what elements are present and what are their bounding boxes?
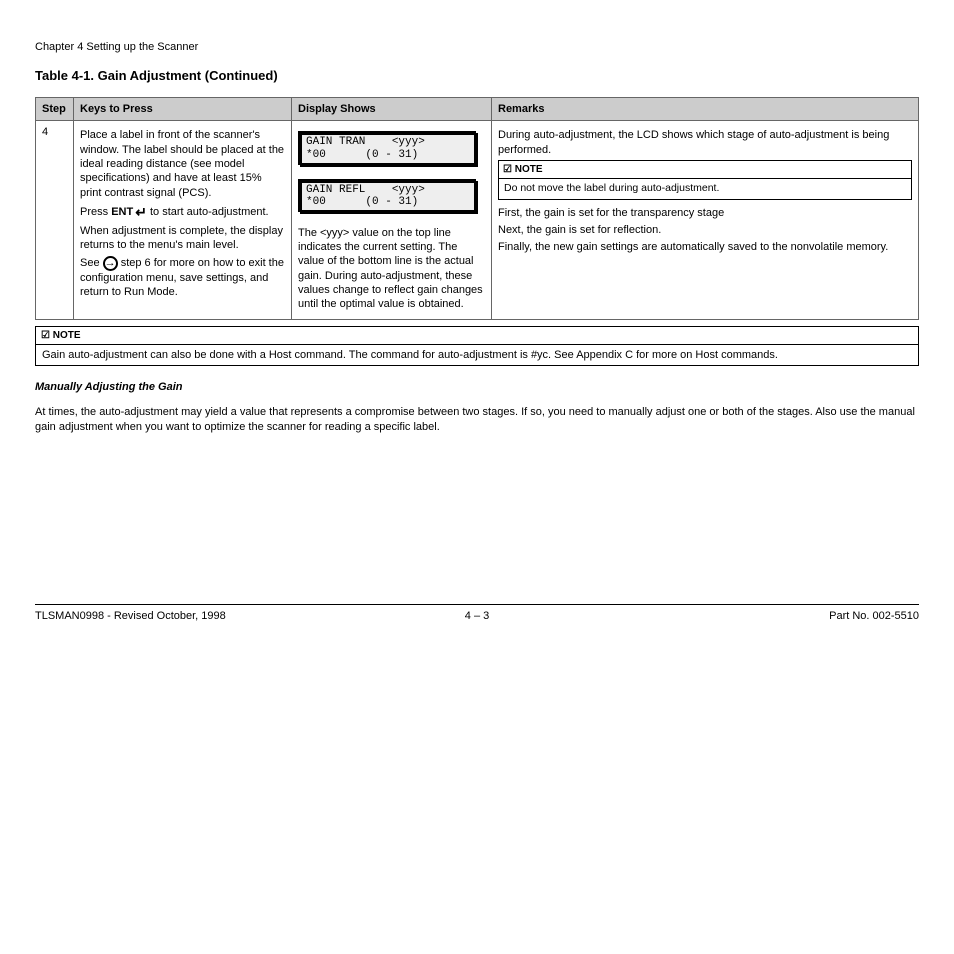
- col-key: Keys to Press: [74, 98, 292, 121]
- remarks-cell: During auto-adjustment, the LCD shows wh…: [492, 121, 919, 319]
- body-paragraph: At times, the auto-adjustment may yield …: [35, 405, 919, 434]
- footer-page: 4 – 3: [35, 609, 919, 623]
- enter-icon: ↵: [135, 203, 147, 221]
- col-step: Step: [36, 98, 74, 121]
- lcd-display-refl: GAIN REFL <yyy> *00 (0 - 31): [298, 179, 476, 212]
- page-footer: TLSMAN0998 - Revised October, 1998 4 – 3…: [35, 604, 919, 623]
- check-icon: ☑: [41, 330, 50, 341]
- instruction-text: When adjustment is complete, the display…: [80, 224, 285, 253]
- keys-cell: Place a label in front of the scanner's …: [74, 121, 292, 319]
- table-title: Table 4-1. Gain Adjustment (Continued): [35, 68, 919, 85]
- instruction-text: Place a label in front of the scanner's …: [80, 128, 285, 199]
- gain-adjustment-table: Step Keys to Press Display Shows Remarks…: [35, 97, 919, 319]
- display-cell: GAIN TRAN <yyy> *00 (0 - 31) GAIN REFL <…: [292, 121, 492, 319]
- col-display: Display Shows: [292, 98, 492, 121]
- chapter-heading: Chapter 4 Setting up the Scanner: [35, 40, 919, 54]
- lcd-note: The <yyy> value on the top line indicate…: [298, 226, 485, 312]
- note-box: ☑ NOTE Do not move the label during auto…: [498, 160, 912, 200]
- table-row: 4 Place a label in front of the scanner'…: [36, 121, 919, 319]
- col-remarks: Remarks: [492, 98, 919, 121]
- outer-note-box: ☑ NOTE Gain auto-adjustment can also be …: [35, 326, 919, 366]
- check-icon: ☑: [503, 164, 512, 175]
- arrow-right-icon: →: [103, 256, 118, 271]
- ent-key-icon: ENT↵: [111, 203, 147, 221]
- subsection-title: Manually Adjusting the Gain: [35, 380, 919, 394]
- lcd-display-tran: GAIN TRAN <yyy> *00 (0 - 31): [298, 131, 476, 164]
- step-number: 4: [36, 121, 74, 319]
